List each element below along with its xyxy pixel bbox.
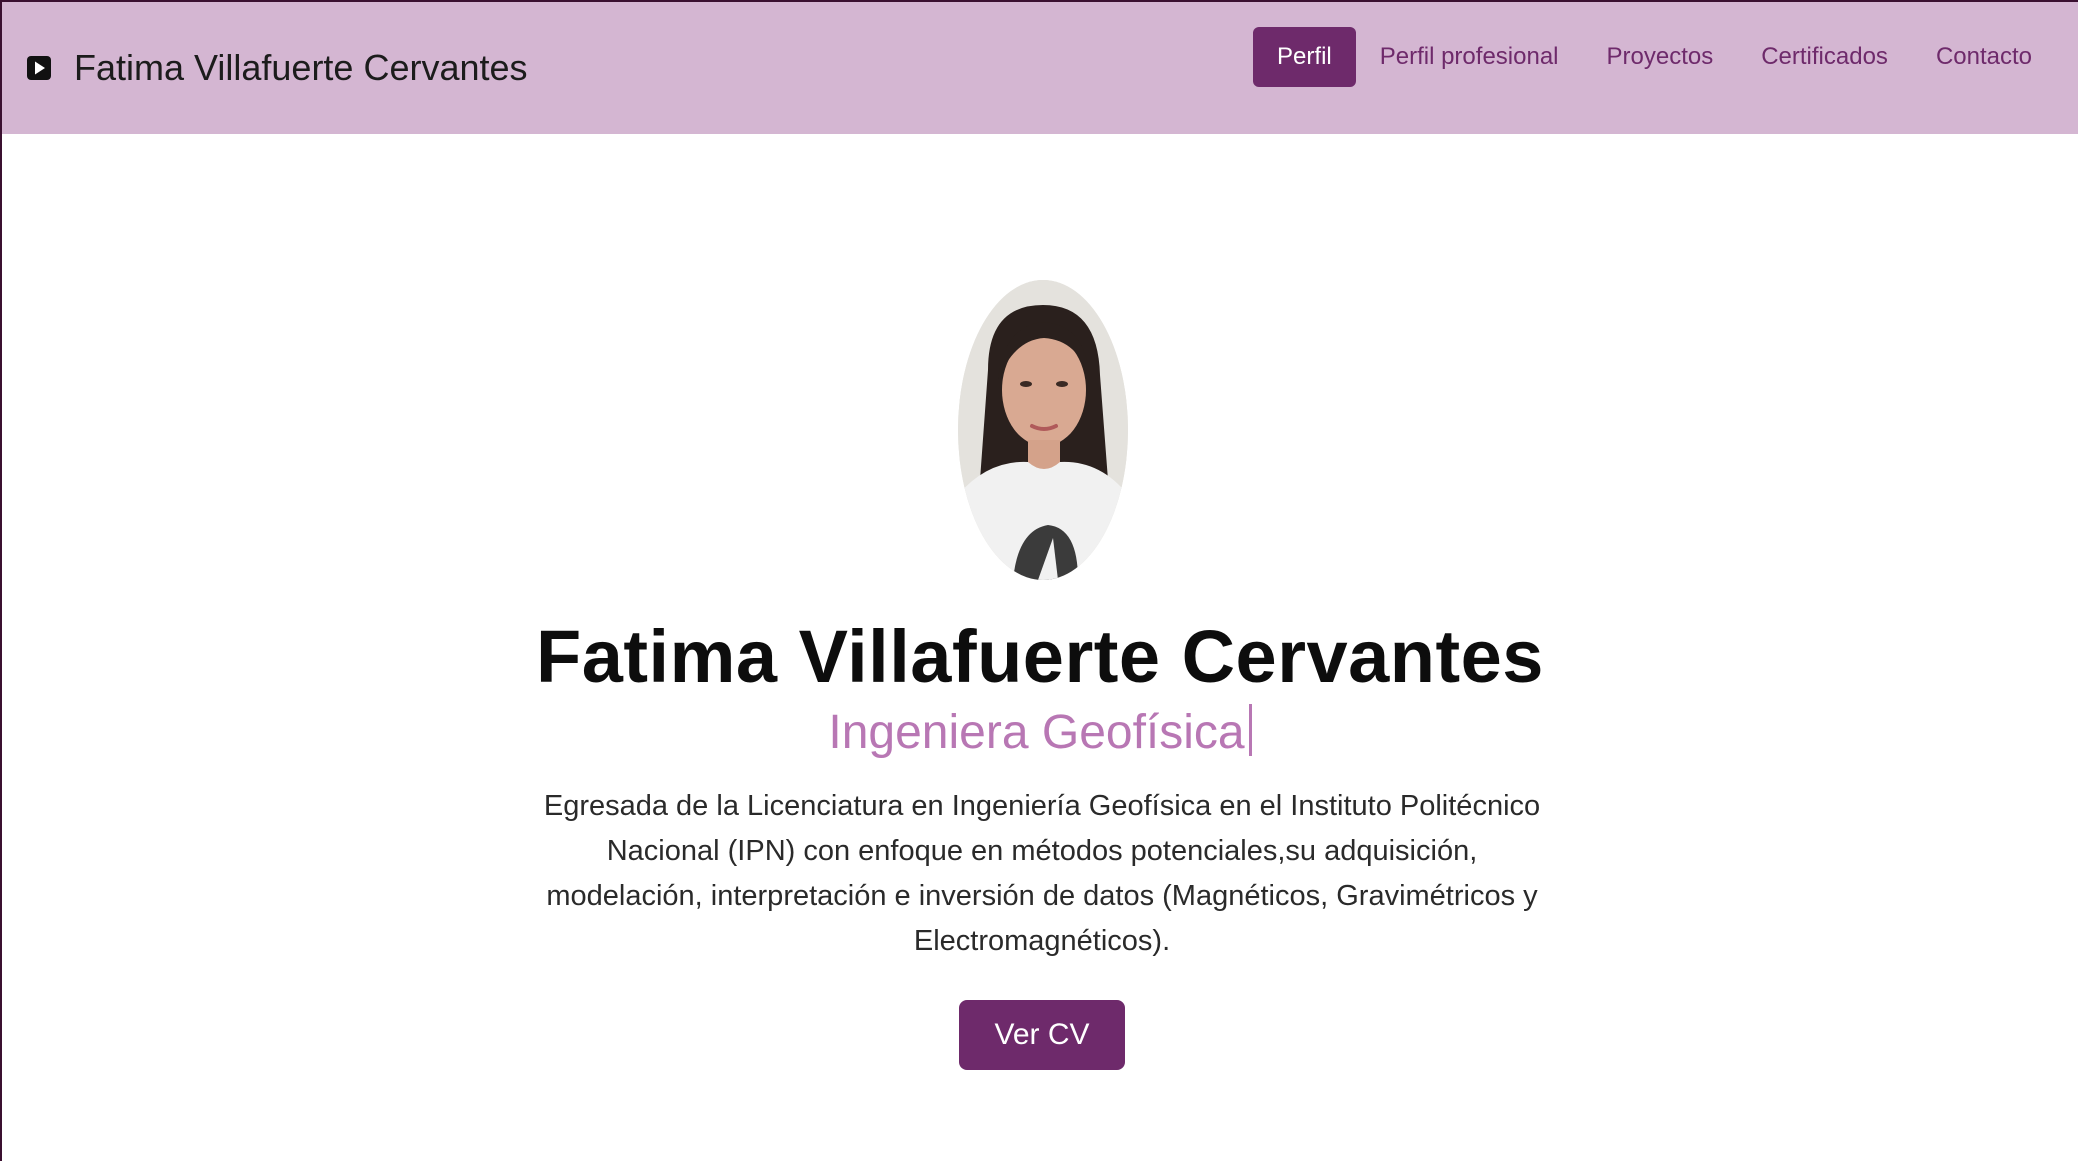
profile-photo (958, 280, 1128, 580)
nav-link-contacto[interactable]: Contacto (1912, 27, 2056, 87)
view-cv-button[interactable]: Ver CV (959, 1000, 1125, 1070)
brand-link[interactable]: Fatima Villafuerte Cervantes (26, 2, 528, 134)
nav-links: Perfil Perfil profesional Proyectos Cert… (1253, 27, 2056, 87)
nav-link-certificados[interactable]: Certificados (1737, 27, 1912, 87)
hero-role-text: Ingeniera Geofísica (828, 706, 1245, 759)
navbar: Fatima Villafuerte Cervantes Perfil Perf… (2, 2, 2078, 134)
play-square-icon (26, 55, 52, 81)
brand-title: Fatima Villafuerte Cervantes (74, 47, 528, 88)
typing-cursor (1248, 704, 1252, 756)
nav-link-proyectos[interactable]: Proyectos (1583, 27, 1738, 87)
nav-link-perfil-profesional[interactable]: Perfil profesional (1356, 27, 1583, 87)
hero-role: Ingeniera Geofísica (2, 704, 2078, 760)
hero-name: Fatima Villafuerte Cervantes (536, 615, 1544, 698)
page: Fatima Villafuerte Cervantes Perfil Perf… (0, 0, 2078, 1161)
nav-link-perfil[interactable]: Perfil (1253, 27, 1356, 87)
hero-description: Egresada de la Licenciatura en Ingenierí… (543, 790, 1541, 957)
